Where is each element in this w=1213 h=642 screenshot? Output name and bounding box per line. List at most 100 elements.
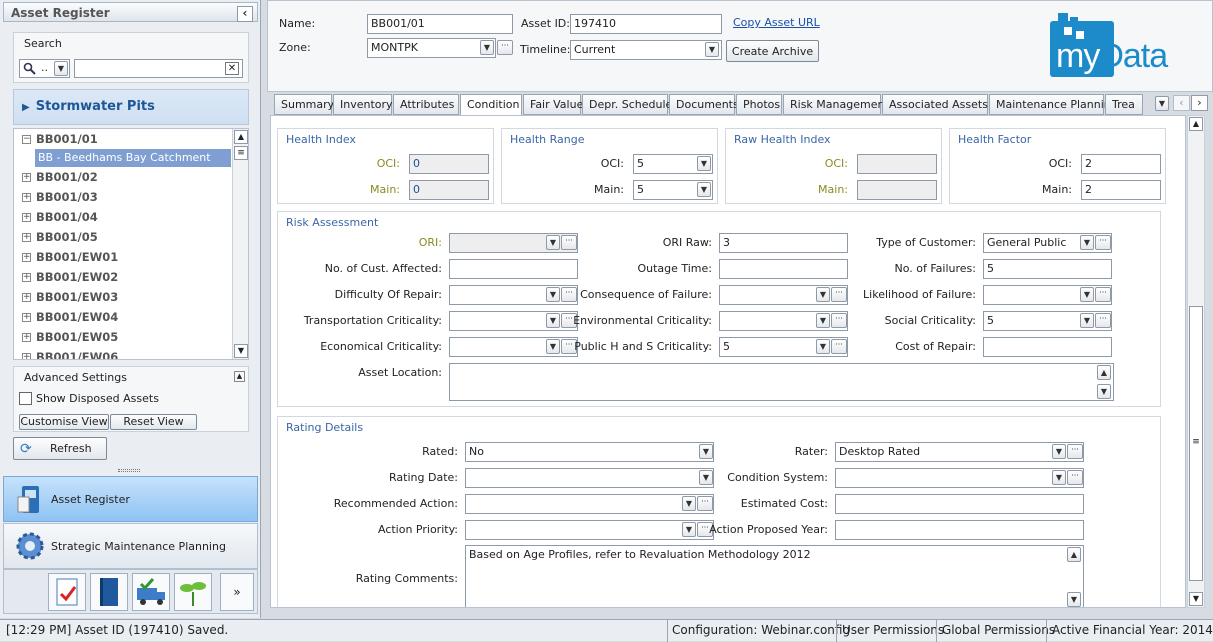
- expand-node-icon[interactable]: +: [22, 293, 31, 302]
- chevron-down-icon[interactable]: ▼: [1052, 444, 1066, 459]
- chevron-down-icon[interactable]: ▼: [697, 156, 711, 171]
- no-failures-field[interactable]: 5: [983, 259, 1112, 279]
- tree-item[interactable]: + BB001/04: [14, 207, 248, 227]
- tab-summary[interactable]: Summary: [274, 94, 334, 115]
- tab-fair-value[interactable]: Fair Value: [523, 94, 583, 115]
- truck-icon[interactable]: [132, 573, 170, 611]
- nav-asset-register[interactable]: Asset Register: [3, 476, 258, 522]
- collapse-advanced-icon[interactable]: ▲: [234, 371, 245, 382]
- tree-item-selected[interactable]: BB - Beedhams Bay Catchment: [35, 149, 231, 167]
- expand-node-icon[interactable]: +: [22, 253, 31, 262]
- ellipsis-button[interactable]: ···: [697, 496, 713, 511]
- checklist-icon[interactable]: [48, 573, 86, 611]
- reset-view-button[interactable]: Reset View: [110, 414, 197, 430]
- ellipsis-button[interactable]: ···: [1095, 287, 1111, 302]
- expand-node-icon[interactable]: +: [22, 313, 31, 322]
- expand-node-icon[interactable]: +: [22, 173, 31, 182]
- book-icon[interactable]: [90, 573, 128, 611]
- ellipsis-button[interactable]: ···: [561, 287, 577, 302]
- search-scope-combo[interactable]: .. ▼: [19, 59, 70, 78]
- rating-date-field[interactable]: [465, 468, 714, 488]
- tab-maintenance-planning[interactable]: Maintenance Planning: [989, 94, 1118, 115]
- tree-item[interactable]: + BB001/EW05: [14, 327, 248, 347]
- tab-attributes[interactable]: Attributes: [393, 94, 459, 115]
- asset-location-field[interactable]: [449, 363, 1114, 401]
- content-scrollbar[interactable]: ▲ ≡ ▼: [1187, 115, 1205, 608]
- rated-field[interactable]: No: [465, 442, 714, 462]
- asset-id-field[interactable]: 197410: [570, 14, 722, 34]
- action-priority-field[interactable]: [465, 520, 714, 540]
- outage-time-field[interactable]: [719, 259, 848, 279]
- tab-list-dropdown-icon[interactable]: ▼: [1155, 96, 1169, 111]
- ellipsis-button[interactable]: ···: [1095, 313, 1111, 328]
- chevron-down-icon[interactable]: ▼: [546, 313, 560, 328]
- search-input[interactable]: ✕: [74, 59, 243, 78]
- chevron-down-icon[interactable]: ▼: [1080, 313, 1094, 328]
- chevron-down-icon[interactable]: ▼: [682, 522, 696, 537]
- scroll-up-icon[interactable]: ▲: [1189, 117, 1203, 131]
- zone-dropdown-icon[interactable]: ▼: [480, 40, 494, 55]
- health-main-field[interactable]: 2: [1081, 180, 1161, 200]
- timeline-dropdown-icon[interactable]: ▼: [705, 42, 719, 57]
- chevron-down-icon[interactable]: ▼: [697, 182, 711, 197]
- category-header[interactable]: ▶ Stormwater Pits: [13, 89, 249, 125]
- status-global-permissions[interactable]: Global Permissions: [942, 623, 1055, 637]
- tree-item[interactable]: + BB001/02: [14, 167, 248, 187]
- chevron-down-icon[interactable]: ▼: [816, 313, 830, 328]
- ellipsis-button[interactable]: ···: [831, 287, 847, 302]
- zone-field[interactable]: MONTPK: [367, 38, 496, 58]
- chevron-down-icon[interactable]: ▼: [1052, 470, 1066, 485]
- tree-item[interactable]: + BB001/EW02: [14, 267, 248, 287]
- name-field[interactable]: BB001/01: [367, 14, 513, 34]
- chevron-down-icon[interactable]: ▼: [816, 339, 830, 354]
- chevron-down-icon[interactable]: ▼: [1080, 287, 1094, 302]
- tab-documents[interactable]: Documents: [669, 94, 739, 115]
- tab-depr-schedule[interactable]: Depr. Schedule: [582, 94, 672, 115]
- refresh-button[interactable]: ⟳ Refresh: [13, 437, 107, 460]
- recommended-action-field[interactable]: [465, 494, 714, 514]
- show-disposed-checkbox[interactable]: [19, 392, 32, 405]
- expand-node-icon[interactable]: +: [22, 193, 31, 202]
- tab-associated-assets[interactable]: Associated Assets: [882, 94, 988, 115]
- ellipsis-button[interactable]: ···: [561, 235, 577, 250]
- comments-field[interactable]: Based on Age Profiles, refer to Revaluat…: [465, 545, 1084, 607]
- ellipsis-button[interactable]: ···: [831, 313, 847, 328]
- ori-raw-field[interactable]: 3: [719, 233, 848, 253]
- scroll-up-icon[interactable]: ▲: [234, 130, 248, 144]
- copy-asset-url-link[interactable]: Copy Asset URL: [733, 16, 820, 29]
- expand-node-icon[interactable]: +: [22, 333, 31, 342]
- sprout-icon[interactable]: [174, 573, 212, 611]
- estimated-cost-field[interactable]: [835, 494, 1084, 514]
- tab-scroll-left-icon[interactable]: ‹: [1173, 95, 1190, 111]
- collapse-panel-button[interactable]: ‹: [237, 6, 253, 22]
- tree-scrollbar[interactable]: ▲ ≡ ▼: [232, 129, 248, 359]
- chevron-down-icon[interactable]: ▼: [682, 496, 696, 511]
- health-oci-field[interactable]: 2: [1081, 154, 1161, 174]
- splitter-grip[interactable]: [118, 469, 140, 472]
- customise-view-button[interactable]: Customise View: [19, 414, 109, 430]
- create-archive-button[interactable]: Create Archive: [726, 40, 819, 62]
- tab-trea[interactable]: Trea: [1105, 94, 1143, 115]
- tree-item[interactable]: + BB001/EW03: [14, 287, 248, 307]
- scroll-up-icon[interactable]: ▲: [1067, 547, 1081, 562]
- clear-search-icon[interactable]: ✕: [225, 62, 239, 75]
- scroll-down-icon[interactable]: ▼: [1189, 592, 1203, 606]
- expand-node-icon[interactable]: +: [22, 273, 31, 282]
- zone-ellipsis-button[interactable]: ···: [497, 40, 513, 55]
- scroll-down-icon[interactable]: ▼: [1097, 384, 1111, 399]
- tree-item[interactable]: + BB001/EW06: [14, 347, 248, 359]
- status-user-permissions[interactable]: User Permissions: [842, 623, 944, 637]
- tree-item[interactable]: + BB001/EW04: [14, 307, 248, 327]
- tree-item[interactable]: − BB001/01: [14, 129, 248, 149]
- collapse-node-icon[interactable]: −: [22, 135, 31, 144]
- rater-field[interactable]: Desktop Rated: [835, 442, 1084, 462]
- chevron-down-icon[interactable]: ▼: [699, 444, 713, 459]
- chevron-down-icon[interactable]: ▼: [546, 339, 560, 354]
- tab-condition[interactable]: Condition: [460, 94, 522, 116]
- expand-node-icon[interactable]: +: [22, 213, 31, 222]
- chevron-down-icon[interactable]: ▼: [546, 235, 560, 250]
- chevron-down-icon[interactable]: ▼: [816, 287, 830, 302]
- cost-repair-field[interactable]: [983, 337, 1112, 357]
- more-modules-icon[interactable]: »: [220, 573, 254, 611]
- scroll-thumb[interactable]: ≡: [234, 146, 248, 160]
